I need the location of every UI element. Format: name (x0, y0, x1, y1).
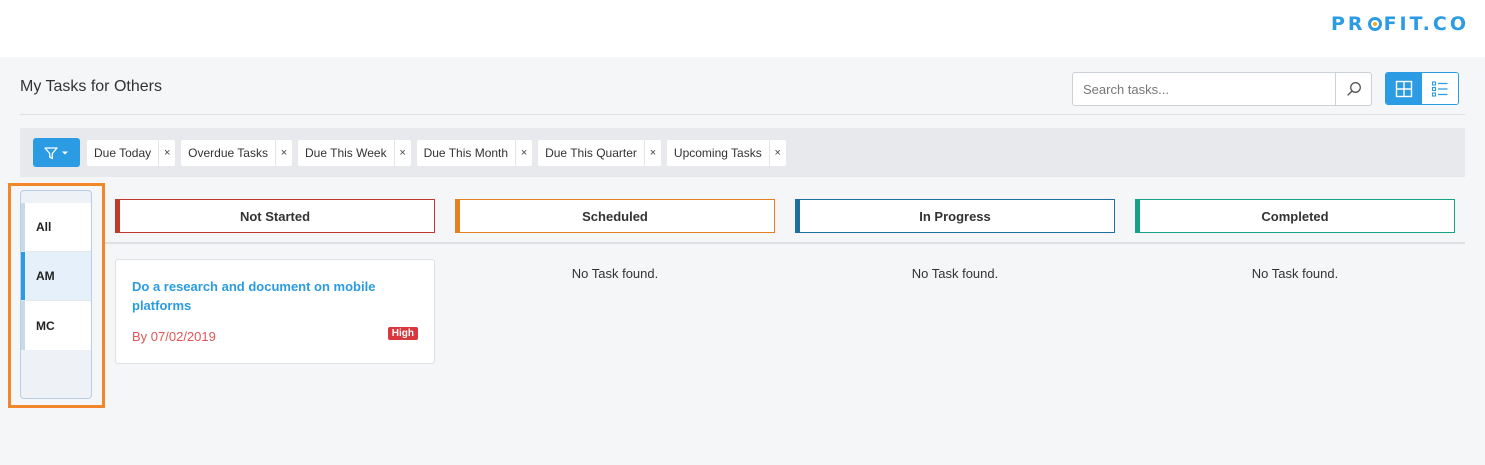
column-header-scheduled: Scheduled (455, 199, 775, 233)
filter-chip-due-today: Due Today × (87, 139, 176, 166)
remove-filter-button[interactable]: × (393, 139, 411, 166)
task-due-date: By 07/02/2019 (132, 329, 216, 344)
filter-chip-label: Upcoming Tasks (673, 145, 762, 160)
filter-chip-label: Due This Week (304, 145, 387, 160)
page-title: My Tasks for Others (20, 78, 162, 95)
sidebar-item-label: AM (36, 269, 55, 283)
column-header-in-progress: In Progress (795, 199, 1115, 233)
logo-text-suffix: FIT.CO (1383, 13, 1469, 35)
search-icon (1346, 82, 1361, 96)
top-bar: PR FIT.CO (0, 0, 1485, 57)
sidebar-item-label: MC (36, 318, 55, 333)
filter-chip-upcoming-tasks: Upcoming Tasks × (666, 139, 786, 166)
target-icon (1367, 17, 1382, 31)
filter-chip-label: Due This Month (423, 145, 509, 160)
filter-chip-overdue-tasks: Overdue Tasks × (181, 139, 292, 166)
search-box (1072, 72, 1372, 106)
sidebar-item-mc[interactable]: MC (21, 301, 91, 350)
grid-view-button[interactable] (1386, 73, 1422, 104)
filter-chip-label: Due This Quarter (545, 145, 637, 160)
column-header-not-started: Not Started (115, 199, 435, 233)
filter-bar: Due Today × Overdue Tasks × Due This Wee… (20, 128, 1465, 177)
filter-icon (44, 146, 58, 159)
task-card[interactable]: Do a research and document on mobile pla… (115, 259, 435, 364)
profit-co-logo[interactable]: PR FIT.CO (1331, 13, 1469, 35)
column-title: In Progress (919, 208, 991, 224)
sidebar-item-label: All (36, 220, 52, 234)
remove-filter-button[interactable]: × (768, 139, 786, 166)
filter-chip-label: Overdue Tasks (188, 145, 268, 160)
logo-text-prefix: PR (1331, 13, 1366, 35)
empty-state-completed: No Task found. (1251, 266, 1339, 281)
caret-down-icon (62, 151, 68, 154)
grid-icon (1395, 80, 1413, 97)
sidebar-item-all[interactable]: All (21, 203, 91, 252)
search-button[interactable] (1335, 73, 1371, 105)
empty-state-in-progress: No Task found. (911, 266, 999, 281)
column-title: Completed (1261, 208, 1329, 224)
list-view-button[interactable] (1422, 73, 1458, 104)
column-title: Scheduled (582, 208, 648, 224)
sidebar-item-am[interactable]: AM (21, 252, 91, 301)
empty-state-scheduled: No Task found. (571, 266, 659, 281)
remove-filter-button[interactable]: × (643, 139, 661, 166)
remove-filter-button[interactable]: × (158, 139, 175, 166)
search-input[interactable] (1073, 73, 1335, 105)
filter-chip-due-this-month: Due This Month × (416, 139, 533, 166)
columns-divider (105, 242, 1465, 244)
column-title: Not Started (239, 208, 311, 224)
priority-badge: High (387, 327, 418, 340)
filter-chip-due-this-week: Due This Week × (297, 139, 411, 166)
assignee-sidebar: All AM MC (20, 190, 92, 399)
header-divider (20, 114, 1465, 115)
filter-chip-label: Due Today (94, 145, 152, 160)
task-title-link[interactable]: Do a research and document on mobile pla… (132, 277, 402, 315)
filter-dropdown-button[interactable] (33, 138, 80, 167)
remove-filter-button[interactable]: × (274, 139, 292, 166)
view-toggle (1385, 72, 1459, 105)
filter-chip-due-this-quarter: Due This Quarter × (538, 139, 661, 166)
list-icon (1431, 80, 1448, 97)
column-header-completed: Completed (1135, 199, 1455, 233)
remove-filter-button[interactable]: × (515, 139, 532, 166)
